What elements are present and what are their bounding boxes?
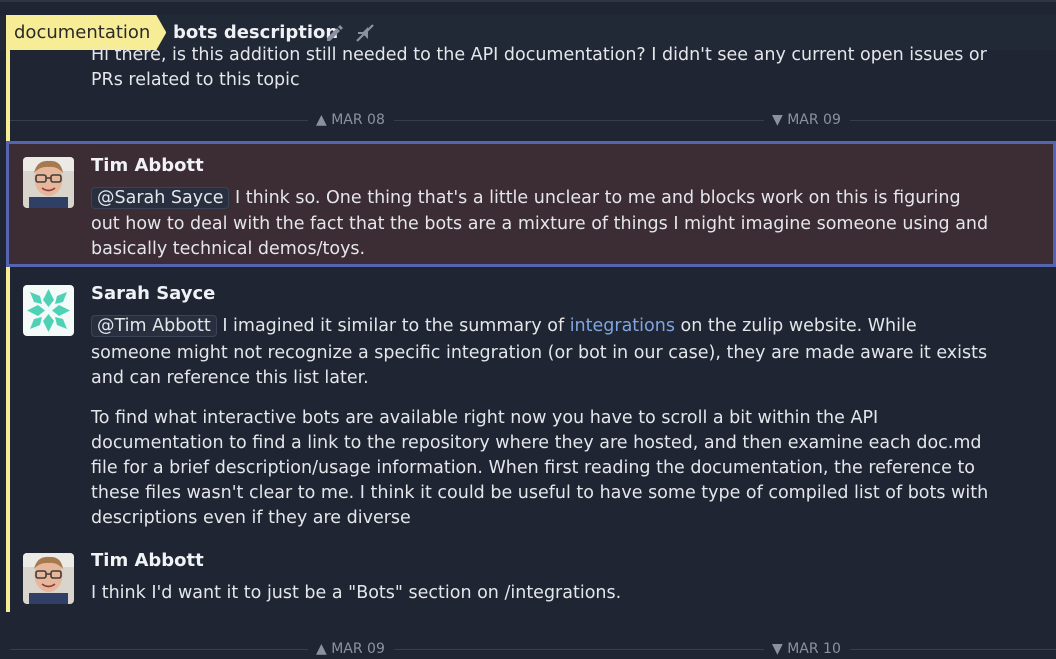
date-label-right: ▼ MAR 10 <box>772 641 841 657</box>
avatar[interactable] <box>23 553 74 604</box>
edit-topic-icon[interactable] <box>323 22 345 44</box>
message-text: and can reference this list later. <box>91 368 369 388</box>
date-divider: ▲ MAR 09 ▼ MAR 10 <box>10 639 1056 659</box>
sender-name[interactable]: Sarah Sayce <box>91 282 215 306</box>
user-mention[interactable]: @Tim Abbott <box>91 315 217 337</box>
avatar[interactable] <box>23 157 74 208</box>
message-text: file for a brief description/usage infor… <box>91 458 976 478</box>
sender-name[interactable]: Tim Abbott <box>91 549 204 573</box>
date-divider: ▲ MAR 08 ▼ MAR 09 <box>10 110 1056 130</box>
message-text: I think I'd want it to just be a "Bots" … <box>91 583 622 603</box>
date-label-left: ▲ MAR 08 <box>316 112 385 128</box>
avatar[interactable] <box>23 285 74 336</box>
integrations-link[interactable]: integrations <box>570 316 675 336</box>
message-text: To find what interactive bots are availa… <box>91 408 879 428</box>
message-text: these files wasn't clear to me. I think … <box>91 483 989 503</box>
message-text: out how to deal with the fact that the b… <box>91 214 989 234</box>
date-label-right: ▼ MAR 09 <box>772 112 841 128</box>
message-text: @Sarah Sayce I think so. One thing that'… <box>91 186 961 211</box>
sender-name[interactable]: Tim Abbott <box>91 154 204 178</box>
message-text: Hi there, is this addition still needed … <box>91 45 987 65</box>
message-text: @Tim Abbott I imagined it similar to the… <box>91 314 917 339</box>
message-text: PRs related to this topic <box>91 70 300 90</box>
message-text: someone might not recognize a specific i… <box>91 343 988 363</box>
top-divider <box>0 0 1056 2</box>
mute-topic-icon[interactable] <box>354 22 376 44</box>
user-mention[interactable]: @Sarah Sayce <box>91 187 230 209</box>
message-text: basically technical demos/toys. <box>91 239 366 259</box>
message-text: documentation to find a link to the repo… <box>91 433 982 453</box>
message-text: descriptions even if they are diverse <box>91 508 411 528</box>
stream-color-bar <box>6 50 10 612</box>
date-label-left: ▲ MAR 09 <box>316 641 385 657</box>
